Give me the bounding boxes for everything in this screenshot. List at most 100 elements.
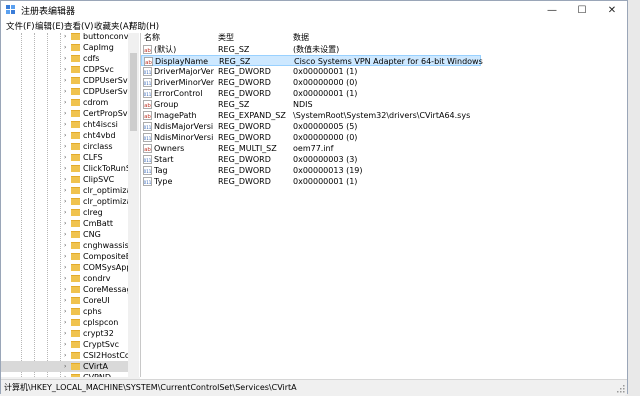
tree-item[interactable]: › CmBatt [1,218,129,229]
tree-item[interactable]: › cdfs [1,53,129,64]
expand-arrow-icon[interactable]: › [64,143,70,150]
column-header-type[interactable]: 类型 [218,33,234,43]
tree-item[interactable]: › CNG [1,229,129,240]
expand-arrow-icon[interactable]: › [64,99,70,106]
menu-edit[interactable]: 编辑(E) [35,20,64,32]
registry-value-row[interactable]: ab DisplayName REG_SZ Cisco Systems VPN Ada… [141,55,483,66]
tree-item[interactable]: › CertPropSvc [1,108,132,119]
title-bar[interactable]: 注册表编辑器 — ☐ ✕ [1,1,627,19]
expand-arrow-icon[interactable]: › [64,253,70,260]
tree-item[interactable]: › cnghwassist [1,240,132,251]
expand-arrow-icon[interactable]: › [64,264,70,271]
tree-item[interactable]: › CoreMessagi [1,284,134,295]
registry-value-row[interactable]: ab ImagePath REG_EXPAND_SZ \SystemRoot\Syst… [141,110,481,121]
registry-value-row[interactable]: ab (默认) REG_SZ (数值未设置) [141,44,481,55]
tree-item[interactable]: › clr_optimizat [1,196,135,207]
tree-item[interactable]: › ClickToRunS [1,163,131,174]
svg-text:ab: ab [144,114,151,120]
tree-item[interactable]: › cht4vbd [1,130,129,141]
tree-item[interactable]: › cht4iscsi [1,119,129,130]
expand-arrow-icon[interactable]: › [64,33,70,40]
expand-arrow-icon[interactable]: › [64,209,70,216]
registry-value-row[interactable]: 011 Type REG_DWORD 0x00000001 (1) [141,176,481,187]
expand-arrow-icon[interactable]: › [64,154,70,161]
expand-arrow-icon[interactable]: › [64,297,70,304]
menu-view[interactable]: 查看(V) [64,20,93,32]
expand-arrow-icon[interactable]: › [64,132,70,139]
expand-arrow-icon[interactable]: › [64,308,70,315]
folder-icon [71,66,80,73]
value-name: Start [154,155,174,164]
svg-text:ab: ab [144,103,151,109]
close-icon: ✕ [607,4,617,16]
tree-item[interactable]: › CLFS [1,152,129,163]
expand-arrow-icon[interactable]: › [64,319,70,326]
value-data: 0x00000003 (3) [293,155,358,164]
expand-arrow-icon[interactable]: › [64,187,70,194]
tree-item[interactable]: › cdrom [1,97,129,108]
tree-item[interactable]: › CDPUserSvc [1,86,132,97]
expand-arrow-icon[interactable]: › [64,165,70,172]
tree-item[interactable]: › CoreUI [1,295,129,306]
tree-item[interactable]: › CDPUserSvc [1,75,132,86]
expand-arrow-icon[interactable]: › [64,88,70,95]
registry-value-row[interactable]: 011NdisMajorVersi... REG_DWORD 0x00000005 … [141,121,481,132]
tree-item[interactable]: › CapImg [1,42,129,53]
registry-value-row[interactable]: 011DriverMajorVer... REG_DWORD 0x00000001 … [141,66,481,77]
registry-value-row[interactable]: 011 Tag REG_DWORD 0x00000013 (19) [141,165,481,176]
registry-value-row[interactable]: 011 Start REG_DWORD 0x00000003 (3) [141,154,481,165]
registry-key-tree[interactable]: › buttonconve › CapImg › cdfs › CDPSvc › CDPUserS… [1,33,141,377]
tree-item[interactable]: › ClipSVC [1,174,129,185]
maximize-button[interactable]: ☐ [567,1,597,19]
tree-item[interactable]: › CVirtA [1,361,129,372]
tree-item[interactable]: › CryptSvc [1,339,129,350]
expand-arrow-icon[interactable]: › [64,176,70,183]
expand-arrow-icon[interactable]: › [64,352,70,359]
expand-arrow-icon[interactable]: › [64,55,70,62]
registry-value-row[interactable]: ab Group REG_SZ NDIS [141,99,481,110]
expand-arrow-icon[interactable]: › [64,275,70,282]
tree-item[interactable]: › CDPSvc [1,64,129,75]
registry-value-row[interactable]: 011 ErrorControl REG_DWORD 0x00000001 (1) [141,88,481,99]
expand-arrow-icon[interactable]: › [64,44,70,51]
expand-arrow-icon[interactable]: › [64,220,70,227]
registry-value-row[interactable]: 011NdisMinorVersi... REG_DWORD 0x00000000 … [141,132,481,143]
tree-item[interactable]: › cplspcon [1,317,129,328]
registry-value-row[interactable]: ab Owners REG_MULTI_SZ oem77.inf [141,143,481,154]
tree-item[interactable]: › condrv [1,273,129,284]
expand-arrow-icon[interactable]: › [64,286,70,293]
registry-value-row[interactable]: 011DriverMinorVer... REG_DWORD 0x00000000 … [141,77,481,88]
menu-file[interactable]: 文件(F) [6,20,35,32]
close-button[interactable]: ✕ [597,1,627,19]
expand-arrow-icon[interactable]: › [64,77,70,84]
folder-icon [71,88,80,95]
expand-arrow-icon[interactable]: › [64,242,70,249]
column-header-data[interactable]: 数据 [293,33,309,43]
tree-item-label: CSI2HostCor [83,351,134,360]
tree-item[interactable]: › COMSysApp [1,262,131,273]
registry-values-list[interactable]: 名称 类型 数据 ab (默认) REG_SZ (数值未设置) ab DisplayNam… [141,33,627,385]
expand-arrow-icon[interactable]: › [64,66,70,73]
tree-item[interactable]: › buttonconve [1,33,133,42]
expand-arrow-icon[interactable]: › [64,121,70,128]
expand-arrow-icon[interactable]: › [64,110,70,117]
resize-grip-icon[interactable] [617,385,625,393]
column-header-name[interactable]: 名称 [144,33,160,43]
tree-item[interactable]: › cphs [1,306,129,317]
tree-item[interactable]: › crypt32 [1,328,129,339]
tree-item[interactable]: › CSI2HostCor [1,350,133,361]
tree-item[interactable]: › CompositeBu [1,251,136,262]
minimize-button[interactable]: — [537,1,567,19]
expand-arrow-icon[interactable]: › [64,231,70,238]
expand-arrow-icon[interactable]: › [64,363,70,370]
expand-arrow-icon[interactable]: › [64,341,70,348]
tree-item[interactable]: › clr_optimizat [1,185,135,196]
svg-text:011: 011 [144,158,152,163]
tree-item[interactable]: › clreg [1,207,129,218]
menu-help[interactable]: 帮助(H) [129,20,159,32]
expand-arrow-icon[interactable]: › [64,198,70,205]
tree-scrollbar-thumb[interactable] [130,53,137,131]
tree-item[interactable]: › circlass [1,141,129,152]
expand-arrow-icon[interactable]: › [64,330,70,337]
menu-favorites[interactable]: 收藏夹(A) [94,20,132,32]
